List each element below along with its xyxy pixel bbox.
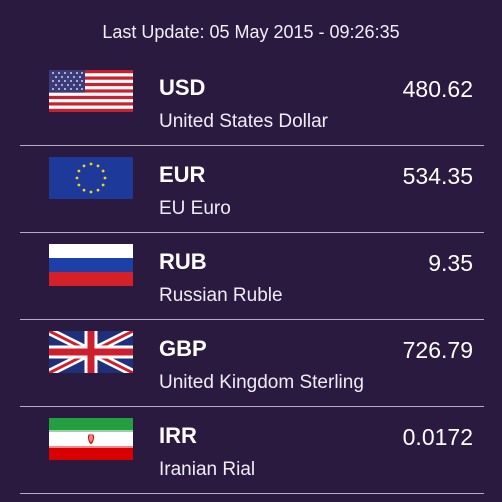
currency-row-usd[interactable]: USD United States Dollar 480.62 — [0, 58, 502, 145]
currency-rate: 9.35 — [428, 250, 473, 276]
currency-name: Iranian Rial — [159, 459, 256, 480]
currency-code: GBP — [159, 336, 207, 361]
currency-code: EUR — [159, 162, 206, 187]
last-update-label: Last Update: 05 May 2015 - 09:26:35 — [102, 22, 400, 42]
currency-name: United States Dollar — [159, 111, 328, 132]
currency-code: USD — [159, 75, 206, 100]
currency-name: United Kingdom Sterling — [159, 372, 364, 393]
currency-row-irr[interactable]: IRR Iranian Rial 0.0172 — [0, 406, 502, 493]
currency-row-eur[interactable]: EUR EU Euro 534.35 — [0, 145, 502, 232]
currency-name: Russian Ruble — [159, 285, 283, 306]
russia-flag-icon — [49, 244, 133, 286]
currency-name: EU Euro — [159, 198, 231, 219]
currency-row-gbp[interactable]: GBP United Kingdom Sterling 726.79 — [0, 319, 502, 406]
currency-rate: 726.79 — [402, 337, 473, 363]
us-flag-icon — [49, 70, 133, 112]
currency-rate: 0.0172 — [402, 424, 473, 450]
currency-rate: 480.62 — [402, 76, 473, 102]
eu-flag-icon — [49, 157, 133, 199]
iran-flag-icon — [49, 418, 133, 460]
currency-rate: 534.35 — [402, 163, 473, 189]
currency-row-rub[interactable]: RUB Russian Ruble 9.35 — [0, 232, 502, 319]
currency-code: RUB — [159, 249, 207, 274]
currency-code: IRR — [159, 423, 197, 448]
row-divider — [20, 493, 484, 494]
uk-flag-icon — [49, 331, 133, 373]
